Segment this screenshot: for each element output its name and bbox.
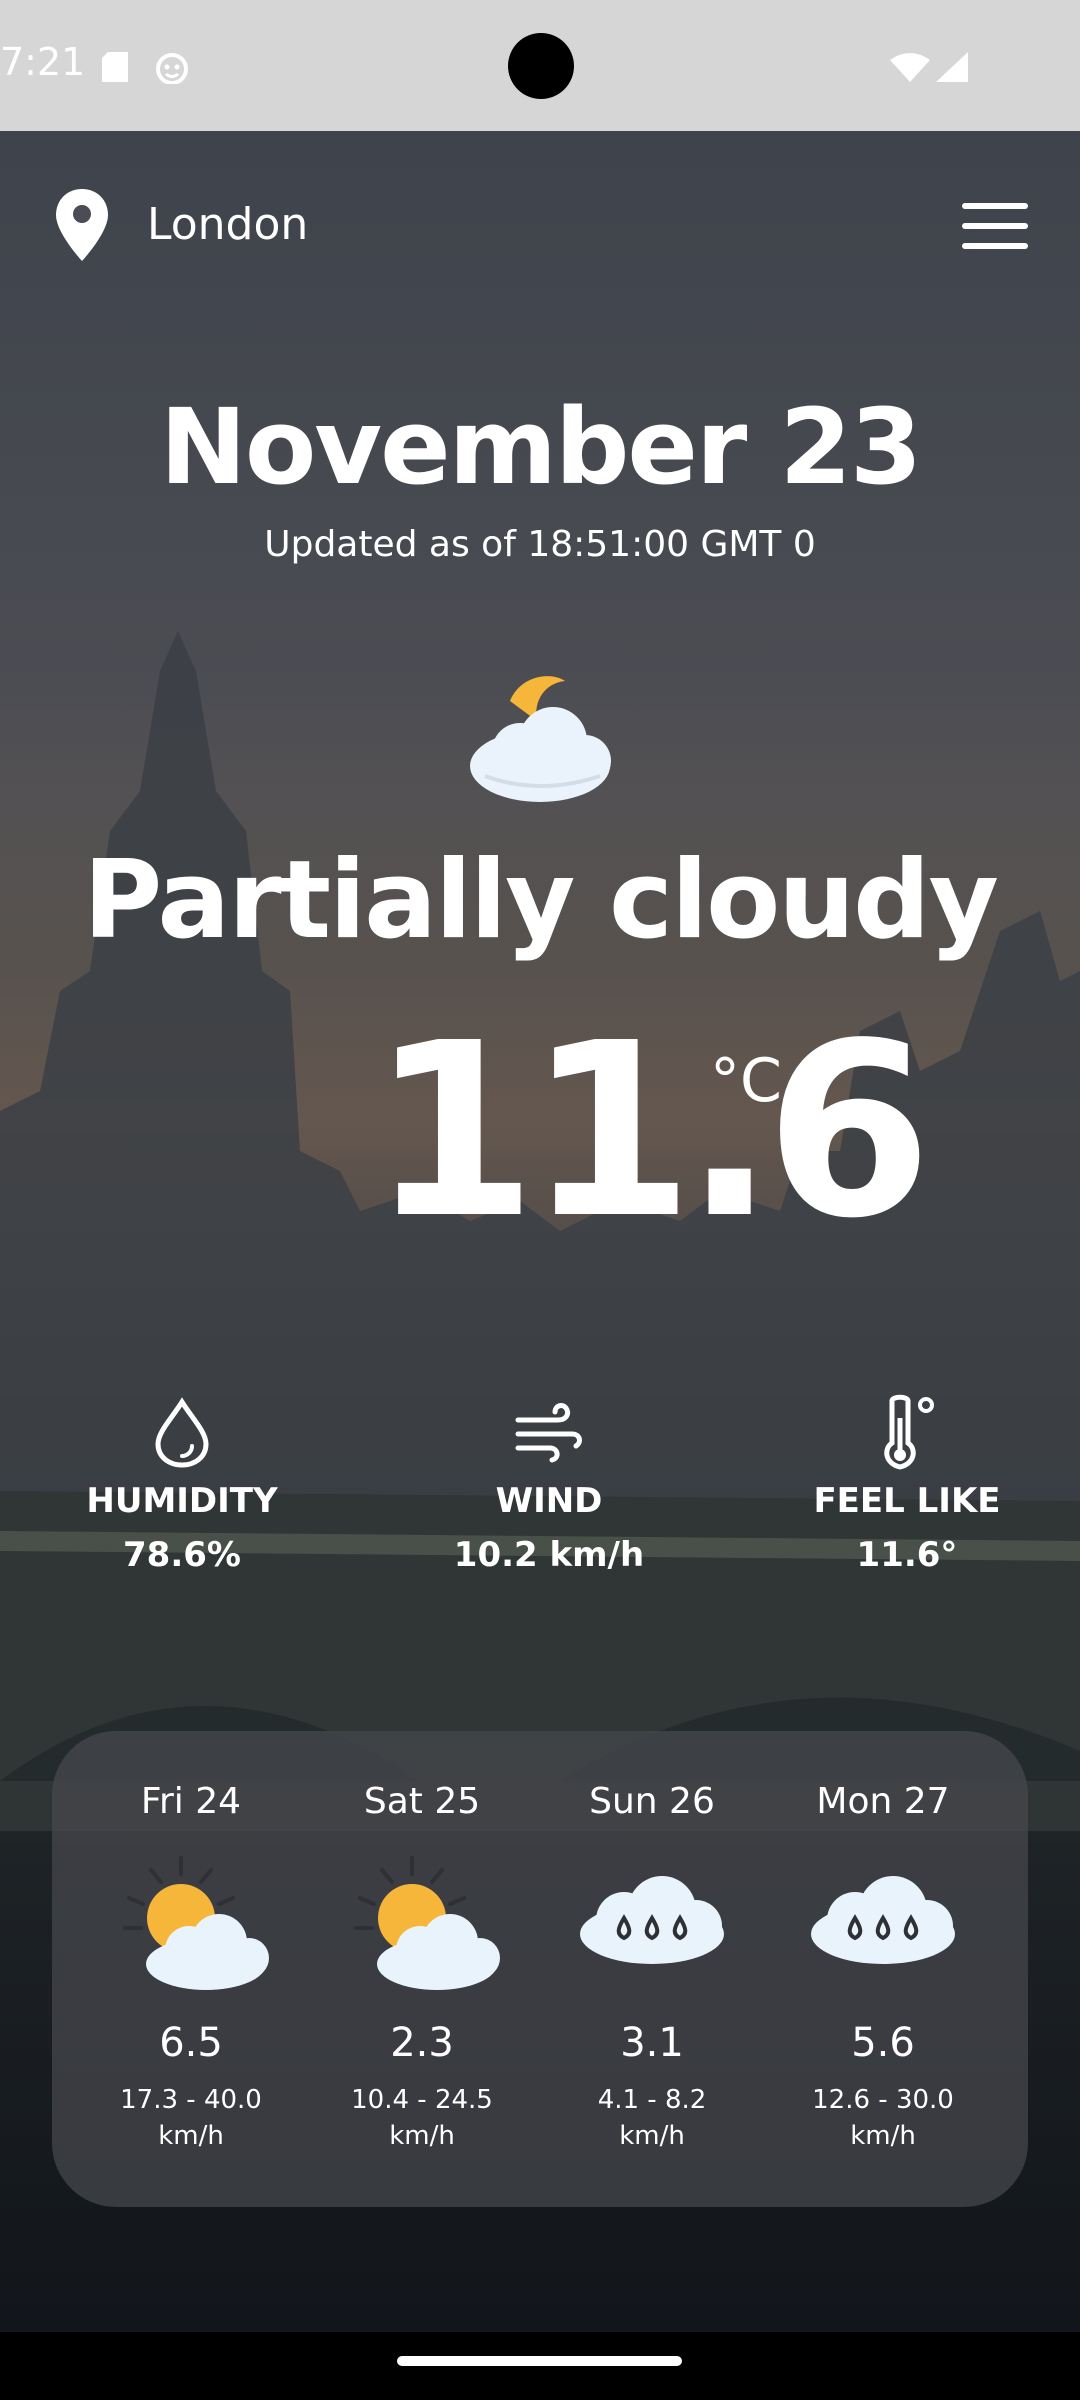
signal-icon bbox=[936, 52, 968, 82]
humidity-value: 78.6% bbox=[123, 1535, 241, 1575]
top-bar: London bbox=[0, 131, 1080, 321]
forecast-day-name: Sat 25 bbox=[363, 1781, 481, 1822]
feel-like-value: 11.6° bbox=[856, 1535, 958, 1575]
forecast-day[interactable]: Fri 24 6.5 17.3 - 40.0 km/h bbox=[76, 1731, 306, 2155]
forecast-value: 2.3 bbox=[390, 2020, 454, 2066]
feel-like-metric: FEEL LIKE 11.6° bbox=[757, 1393, 1057, 1575]
wind-metric: WIND 10.2 km/h bbox=[399, 1393, 699, 1575]
wind-label: WIND bbox=[495, 1481, 603, 1521]
forecast-range: 4.1 - 8.2 km/h bbox=[597, 2085, 707, 2152]
camera-cutout bbox=[508, 33, 574, 99]
feel-like-label: FEEL LIKE bbox=[813, 1481, 1001, 1521]
wifi-icon bbox=[890, 53, 930, 82]
city-name[interactable]: London bbox=[147, 199, 308, 250]
moon-cloud-icon bbox=[470, 676, 611, 802]
wind-value: 10.2 km/h bbox=[453, 1535, 645, 1575]
rain-cloud-icon bbox=[580, 1876, 724, 1964]
wind-icon bbox=[515, 1402, 582, 1463]
map-pin-icon[interactable] bbox=[56, 189, 108, 261]
forecast-range: 10.4 - 24.5 km/h bbox=[351, 2085, 493, 2152]
menu-button[interactable] bbox=[962, 203, 1028, 251]
notification-app-icon bbox=[156, 53, 188, 84]
forecast-day-name: Mon 27 bbox=[816, 1781, 950, 1822]
updated-time: Updated as of 18:51:00 GMT 0 bbox=[264, 524, 816, 565]
humidity-label: HUMIDITY bbox=[86, 1481, 278, 1521]
forecast-value: 3.1 bbox=[620, 2020, 684, 2066]
weather-condition: Partially cloudy bbox=[83, 838, 999, 963]
forecast-value: 6.5 bbox=[159, 2020, 223, 2066]
home-gesture-handle[interactable] bbox=[397, 2356, 682, 2366]
status-bar: 7:21 bbox=[0, 0, 1080, 131]
forecast-day[interactable]: Mon 27 5.6 12.6 - 30.0 km/h bbox=[768, 1731, 998, 2155]
forecast-day[interactable]: Sat 25 2.3 10.4 - 24.5 km/h bbox=[307, 1731, 537, 2155]
temperature-unit: °C bbox=[710, 1046, 782, 1116]
forecast-day-name: Sun 26 bbox=[589, 1781, 715, 1822]
forecast-day[interactable]: Sun 26 3.1 4.1 - 8.2 km/h bbox=[537, 1731, 767, 2155]
thermometer-icon bbox=[884, 1394, 934, 1470]
current-date: November 23 bbox=[159, 386, 922, 508]
rain-cloud-icon bbox=[811, 1876, 955, 1964]
sun-cloud-icon bbox=[123, 1856, 269, 1990]
system-nav-bar bbox=[0, 2332, 1080, 2400]
status-time: 7:21 bbox=[0, 40, 86, 84]
forecast-panel: Fri 24 6.5 17.3 - 40.0 km/h Sat 25 2.3 1… bbox=[52, 1731, 1028, 2207]
droplet-icon bbox=[155, 1397, 209, 1468]
humidity-metric: HUMIDITY 78.6% bbox=[32, 1393, 332, 1575]
forecast-range: 12.6 - 30.0 km/h bbox=[812, 2085, 954, 2152]
hamburger-menu-icon bbox=[962, 203, 1028, 209]
forecast-value: 5.6 bbox=[851, 2020, 915, 2066]
weather-screen: London November 23 Updated as of 18:51:0… bbox=[0, 131, 1080, 2332]
forecast-day-name: Fri 24 bbox=[140, 1781, 242, 1822]
temperature-value: 11.6 bbox=[370, 991, 932, 1271]
forecast-range: 17.3 - 40.0 km/h bbox=[120, 2085, 262, 2152]
sd-card-icon bbox=[102, 52, 128, 82]
sun-cloud-icon bbox=[354, 1856, 500, 1990]
